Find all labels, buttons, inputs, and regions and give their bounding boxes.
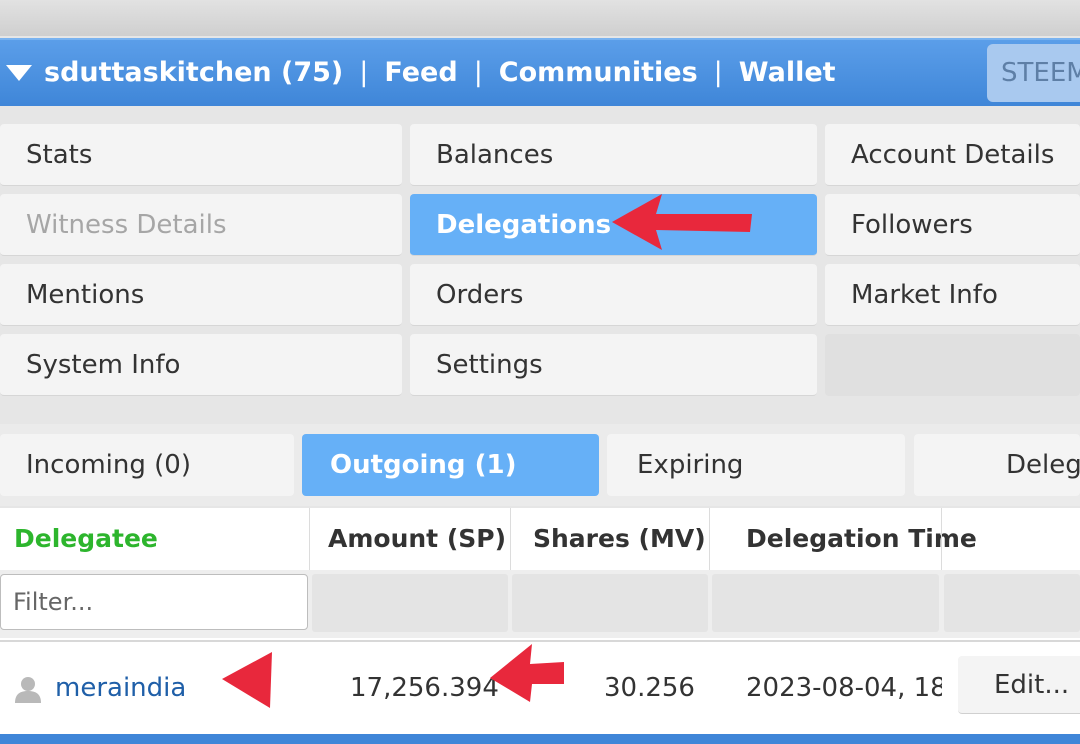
bottom-bar [0, 734, 1080, 744]
nav-communities[interactable]: Communities [499, 57, 698, 88]
amount-value: 17,256.394 [350, 673, 499, 703]
delegation-subtabs: Incoming (0) Outgoing (1) Expiring Deleg… [0, 424, 1080, 506]
delegation-time-value: 2023-08-04, 18: [746, 673, 942, 703]
menu-settings[interactable]: Settings [410, 334, 817, 396]
filter-row [0, 570, 1080, 638]
menu-market-info[interactable]: Market Info [825, 264, 1080, 326]
menu-stats[interactable]: Stats [0, 124, 402, 186]
nav-separator: | [359, 57, 369, 88]
delegatee-link[interactable]: meraindia [55, 642, 186, 734]
col-header-delegatee[interactable]: Delegatee [14, 508, 158, 568]
tab-delegation-tools[interactable]: Delegation Tools [914, 434, 1080, 496]
tab-expiring[interactable]: Expiring [607, 434, 905, 496]
filter-cell-action [944, 574, 1080, 632]
menu-orders[interactable]: Orders [410, 264, 817, 326]
filter-cell-time [712, 574, 939, 632]
user-avatar-icon [15, 677, 41, 703]
nav-separator: | [713, 57, 723, 88]
annotation-arrow-icon [490, 644, 564, 702]
menu-followers[interactable]: Followers [825, 194, 1080, 256]
delegatee-filter-input[interactable] [0, 574, 308, 630]
shares-value: 30.256 [604, 673, 695, 703]
annotation-arrow-icon [612, 194, 752, 250]
col-header-shares[interactable]: Shares (MV) [533, 508, 706, 568]
nav-feed[interactable]: Feed [384, 57, 457, 88]
menu-system-info[interactable]: System Info [0, 334, 402, 396]
dropdown-caret-icon[interactable] [6, 65, 32, 81]
col-header-delegation-time[interactable]: Delegation Time [746, 508, 977, 568]
col-header-amount[interactable]: Amount (SP) [328, 508, 506, 568]
menu-witness-details[interactable]: Witness Details [0, 194, 402, 256]
account-link[interactable]: sduttaskitchen (75) [44, 57, 343, 88]
menu-mentions[interactable]: Mentions [0, 264, 402, 326]
top-strip [0, 0, 1080, 36]
menu-empty-cell [825, 334, 1080, 396]
nav-separator: | [473, 57, 483, 88]
menu-account-details[interactable]: Account Details [825, 124, 1080, 186]
tab-outgoing[interactable]: Outgoing (1) [302, 434, 599, 496]
edit-delegation-button[interactable]: Edit... [958, 656, 1080, 714]
steem-button[interactable]: STEEM [987, 44, 1080, 102]
delegations-table: Delegatee Amount (SP) Shares (MV) Delega… [0, 508, 1080, 744]
filter-cell-amount [312, 574, 508, 632]
top-nav-bar: sduttaskitchen (75) | Feed | Communities | Wal… [0, 38, 1080, 106]
nav-links: sduttaskitchen (75) | Feed | Communities | Wal… [44, 40, 836, 106]
menu-grid: Stats Balances Account Details Witness D… [0, 118, 1080, 410]
menu-balances[interactable]: Balances [410, 124, 817, 186]
tab-incoming[interactable]: Incoming (0) [0, 434, 294, 496]
nav-wallet[interactable]: Wallet [739, 57, 836, 88]
filter-cell-shares [512, 574, 708, 632]
annotation-arrow-icon [222, 652, 272, 708]
